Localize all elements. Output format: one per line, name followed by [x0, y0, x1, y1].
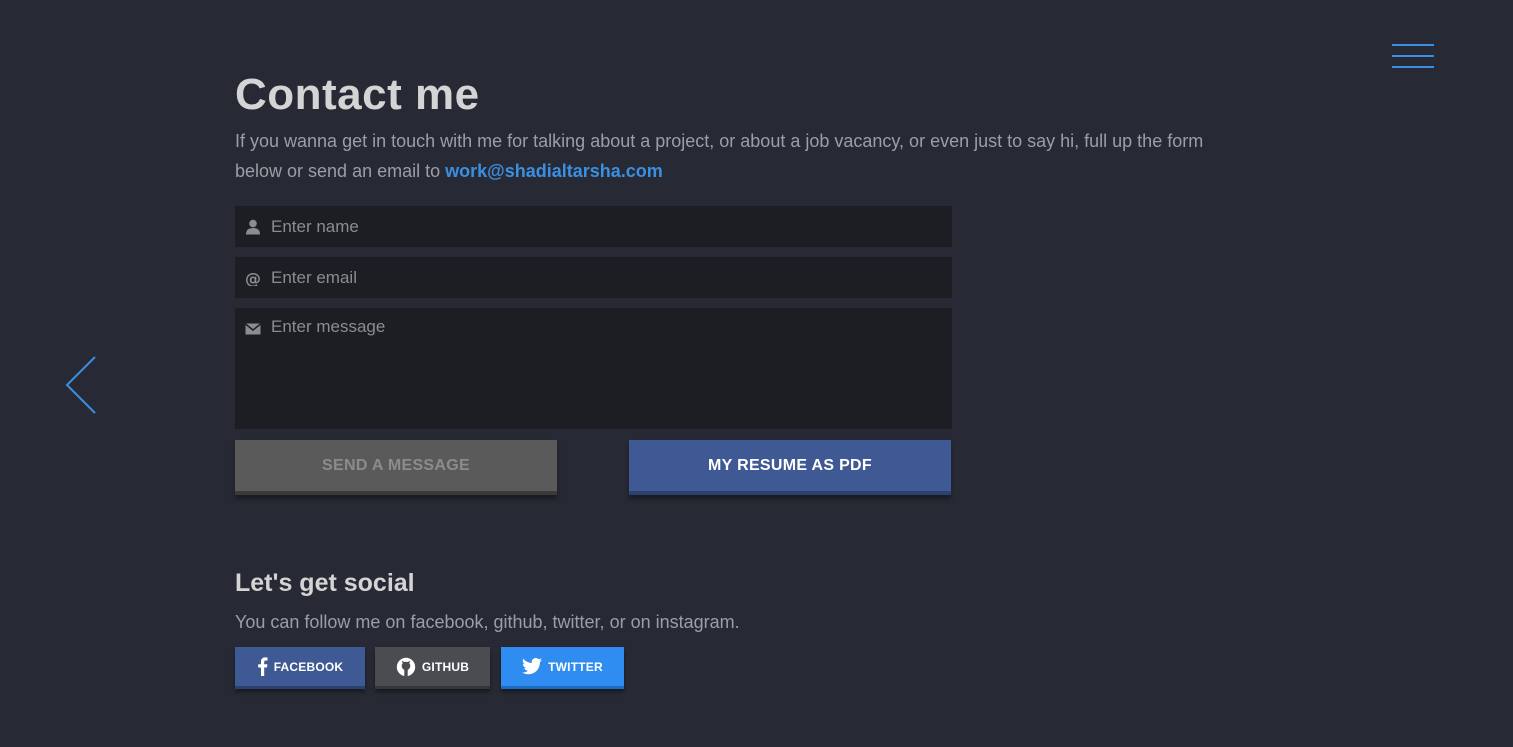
facebook-label: FACEBOOK: [273, 659, 344, 674]
social-buttons: FACEBOOK GITHUB TWITTER: [235, 647, 1275, 695]
resume-pdf-button[interactable]: MY RESUME AS PDF: [629, 440, 951, 495]
envelope-icon: [245, 323, 261, 335]
name-field: [235, 206, 952, 247]
contact-form: @ SEND A MESSAGE MY RESUME AS PDF: [235, 206, 952, 500]
github-button[interactable]: GITHUB: [375, 647, 490, 689]
social-title: Let's get social: [235, 569, 415, 597]
form-actions: SEND A MESSAGE MY RESUME AS PDF: [235, 440, 952, 500]
contact-page: Contact me If you wanna get in touch wit…: [0, 0, 1513, 747]
social-text: You can follow me on facebook, github, t…: [235, 612, 740, 632]
github-icon: [396, 657, 416, 676]
twitter-icon: [522, 658, 543, 675]
user-icon: [246, 219, 260, 235]
svg-text:@: @: [245, 270, 261, 286]
send-message-button[interactable]: SEND A MESSAGE: [235, 440, 557, 495]
page-title: Contact me: [235, 70, 480, 119]
hamburger-icon: [1392, 44, 1434, 46]
hamburger-menu-button[interactable]: [1392, 44, 1434, 68]
contact-intro: If you wanna get in touch with me for ta…: [235, 126, 1255, 186]
message-input[interactable]: [271, 317, 941, 417]
twitter-label: TWITTER: [548, 659, 603, 674]
contact-intro-text: If you wanna get in touch with me for ta…: [235, 131, 1204, 181]
chevron-left-icon: [65, 356, 96, 414]
at-icon: @: [245, 270, 261, 286]
back-button[interactable]: [64, 355, 98, 415]
facebook-button[interactable]: FACEBOOK: [235, 647, 365, 689]
email-input[interactable]: [271, 257, 941, 298]
name-input[interactable]: [271, 206, 941, 247]
message-field: [235, 308, 952, 429]
twitter-button[interactable]: TWITTER: [501, 647, 624, 689]
github-label: GITHUB: [421, 659, 470, 674]
facebook-icon: [257, 657, 268, 676]
hamburger-icon-bar: [1392, 66, 1434, 68]
hamburger-icon-bar: [1392, 55, 1434, 57]
email-link[interactable]: work@shadialtarsha.com: [445, 161, 663, 181]
contact-section: Contact me If you wanna get in touch wit…: [235, 70, 1275, 695]
email-field: @: [235, 257, 952, 298]
